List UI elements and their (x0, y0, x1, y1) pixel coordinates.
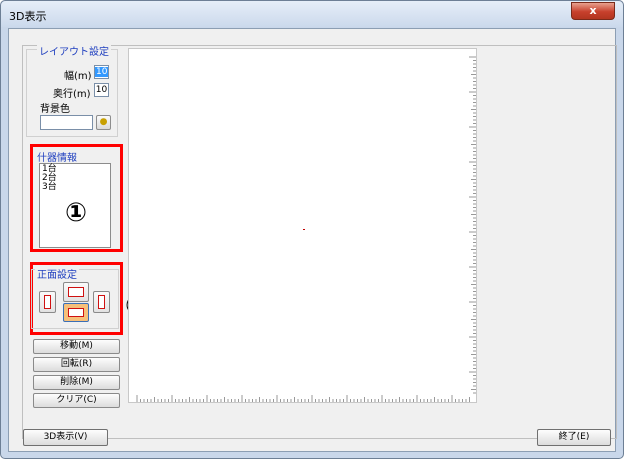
layout-settings-title: レイアウト設定 (37, 43, 111, 58)
annotation-1: ① (65, 198, 88, 228)
width-label: 幅(m) (64, 71, 92, 82)
front-left-button[interactable] (39, 291, 56, 313)
clear-button[interactable]: クリア(C) (33, 393, 120, 408)
delete-button[interactable]: 削除(M) (33, 375, 120, 390)
front-top-button[interactable] (63, 282, 89, 302)
width-value: 10 (95, 67, 109, 77)
bg-color-field[interactable] (40, 115, 93, 130)
depth-label: 奥行(m) (53, 89, 91, 100)
rotate-button[interactable]: 回転(R) (33, 357, 120, 372)
list-item[interactable]: 3台 (42, 183, 108, 192)
ruler-ticks (136, 56, 476, 402)
move-button[interactable]: 移動(M) (33, 339, 120, 354)
title-bar: 3D表示 x (1, 1, 623, 27)
depth-input[interactable]: 10 (94, 83, 109, 97)
exit-button[interactable]: 終了(E) (537, 429, 611, 446)
front-right-button[interactable] (93, 291, 110, 313)
layout-canvas[interactable] (128, 48, 477, 403)
front-bottom-button[interactable] (63, 303, 89, 322)
front-settings-title: 正面設定 (35, 266, 79, 281)
window-title: 3D表示 (9, 10, 47, 23)
width-input[interactable]: 10 (94, 65, 109, 79)
bg-color-label: 背景色 (40, 104, 70, 115)
color-picker-icon[interactable]: ● (96, 115, 111, 130)
view-3d-button[interactable]: 3D表示(V) (23, 429, 108, 446)
canvas-svg (136, 56, 476, 402)
origin-marker (303, 229, 305, 230)
close-button[interactable]: x (571, 2, 615, 20)
dialog-window: 3D表示 x レイアウト設定 幅(m) 10 奥行(m) 10 背景色 ● 什器… (0, 0, 624, 459)
fixture-info-title: 什器情報 (35, 149, 79, 164)
